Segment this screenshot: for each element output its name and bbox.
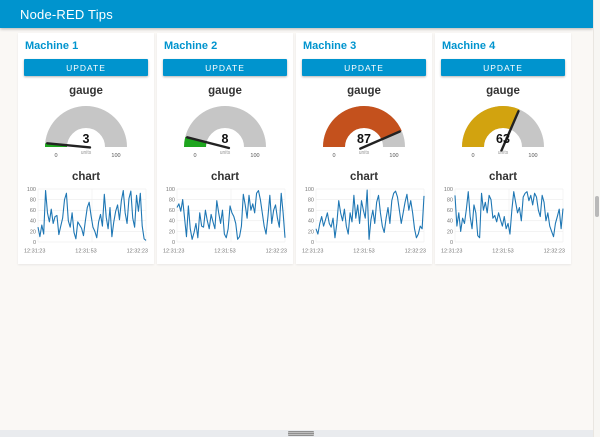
- y-tick-label: 20: [447, 229, 453, 235]
- chart-widget: chart 0 20 40 60 80 100 12:31:23 12:31:53 12:32:…: [24, 171, 148, 256]
- gauge-dial: 3 units 0 100: [24, 100, 148, 162]
- group-machine-2: Machine 2 UPDATE gauge 8 units 0 100 chart …: [157, 33, 293, 264]
- y-tick-label: 0: [172, 240, 175, 246]
- x-tick-label: 12:32:23: [405, 249, 426, 255]
- chart-title: chart: [163, 171, 287, 183]
- update-button[interactable]: UPDATE: [24, 59, 148, 76]
- gauge-title: gauge: [441, 85, 565, 97]
- group-title: Machine 1: [25, 40, 148, 52]
- y-tick-label: 60: [308, 208, 314, 214]
- y-tick-label: 60: [169, 208, 175, 214]
- x-tick-label: 12:31:23: [302, 249, 323, 255]
- chart-widget: chart 0 20 40 60 80 100 12:31:23 12:31:53 12:32:…: [163, 171, 287, 256]
- gauge-max-label: 100: [389, 153, 398, 159]
- x-tick-label: 12:31:53: [75, 249, 96, 255]
- y-tick-label: 20: [30, 229, 36, 235]
- gauge-value: 87: [357, 132, 371, 146]
- gauge-dial: 63 units 0 100: [441, 100, 565, 162]
- x-tick-label: 12:32:23: [266, 249, 287, 255]
- gauge-max-label: 100: [111, 153, 120, 159]
- x-tick-label: 12:31:53: [214, 249, 235, 255]
- gauge-units: units: [359, 150, 370, 156]
- chart-title: chart: [24, 171, 148, 183]
- update-button[interactable]: UPDATE: [302, 59, 426, 76]
- gauge-units: units: [81, 150, 92, 156]
- gauge-widget: gauge 63 units 0 100: [441, 85, 565, 162]
- y-tick-label: 80: [447, 198, 453, 204]
- gauge-title: gauge: [302, 85, 426, 97]
- page-title: Node-RED Tips: [20, 7, 113, 22]
- gauge-value: 63: [496, 132, 510, 146]
- gauge-units: units: [498, 150, 509, 156]
- gauge-min-label: 0: [471, 153, 474, 159]
- dashboard-groups: Machine 1 UPDATE gauge 3 units 0 100 chart …: [18, 33, 571, 264]
- group-machine-3: Machine 3 UPDATE gauge 87 units 0 100 chart…: [296, 33, 432, 264]
- y-tick-label: 100: [166, 187, 175, 193]
- x-tick-label: 12:31:23: [163, 249, 184, 255]
- group-title: Machine 4: [442, 40, 565, 52]
- y-tick-label: 100: [305, 187, 314, 193]
- gauge-min-label: 0: [193, 153, 196, 159]
- update-button[interactable]: UPDATE: [441, 59, 565, 76]
- y-tick-label: 80: [169, 198, 175, 204]
- gauge-max-label: 100: [250, 153, 259, 159]
- gauge-units: units: [220, 150, 231, 156]
- x-tick-label: 12:31:53: [492, 249, 513, 255]
- y-tick-label: 80: [30, 198, 36, 204]
- gauge-widget: gauge 87 units 0 100: [302, 85, 426, 162]
- group-machine-4: Machine 4 UPDATE gauge 63 units 0 100 chart…: [435, 33, 571, 264]
- y-tick-label: 40: [169, 219, 175, 225]
- y-tick-label: 40: [447, 219, 453, 225]
- line-chart: 0 20 40 60 80 100 12:31:23 12:31:53 12:32:23: [163, 186, 287, 256]
- gauge-dial: 8 units 0 100: [163, 100, 287, 162]
- y-tick-label: 80: [308, 198, 314, 204]
- gauge-min-label: 0: [54, 153, 57, 159]
- gauge-max-label: 100: [528, 153, 537, 159]
- gauge-widget: gauge 8 units 0 100: [163, 85, 287, 162]
- x-tick-label: 12:31:23: [441, 249, 462, 255]
- chart-widget: chart 0 20 40 60 80 100 12:31:23 12:31:53 12:32:…: [302, 171, 426, 256]
- gauge-value: 3: [83, 132, 90, 146]
- group-machine-1: Machine 1 UPDATE gauge 3 units 0 100 chart …: [18, 33, 154, 264]
- group-title: Machine 3: [303, 40, 426, 52]
- vertical-scrollbar[interactable]: [593, 0, 600, 437]
- y-tick-label: 0: [450, 240, 453, 246]
- y-tick-label: 100: [444, 187, 453, 193]
- y-tick-label: 0: [33, 240, 36, 246]
- gauge-title: gauge: [163, 85, 287, 97]
- app-header: Node-RED Tips: [0, 0, 593, 28]
- gauge-min-label: 0: [332, 153, 335, 159]
- y-tick-label: 40: [30, 219, 36, 225]
- x-tick-label: 12:31:53: [353, 249, 374, 255]
- group-title: Machine 2: [164, 40, 287, 52]
- chart-widget: chart 0 20 40 60 80 100 12:31:23 12:31:53 12:32:…: [441, 171, 565, 256]
- horizontal-scrollbar[interactable]: [0, 430, 593, 437]
- x-tick-label: 12:32:23: [127, 249, 148, 255]
- y-tick-label: 40: [308, 219, 314, 225]
- y-tick-label: 60: [30, 208, 36, 214]
- y-tick-label: 20: [308, 229, 314, 235]
- y-tick-label: 60: [447, 208, 453, 214]
- vertical-scrollbar-handle[interactable]: [595, 196, 599, 217]
- x-tick-label: 12:32:23: [544, 249, 565, 255]
- x-tick-label: 12:31:23: [24, 249, 45, 255]
- update-button[interactable]: UPDATE: [163, 59, 287, 76]
- gauge-widget: gauge 3 units 0 100: [24, 85, 148, 162]
- line-chart: 0 20 40 60 80 100 12:31:23 12:31:53 12:32:23: [24, 186, 148, 256]
- gauge-value: 8: [222, 132, 229, 146]
- y-tick-label: 0: [311, 240, 314, 246]
- horizontal-scrollbar-handle[interactable]: [288, 431, 314, 436]
- chart-title: chart: [302, 171, 426, 183]
- line-chart: 0 20 40 60 80 100 12:31:23 12:31:53 12:32:23: [302, 186, 426, 256]
- gauge-dial: 87 units 0 100: [302, 100, 426, 162]
- y-tick-label: 20: [169, 229, 175, 235]
- gauge-title: gauge: [24, 85, 148, 97]
- line-chart: 0 20 40 60 80 100 12:31:23 12:31:53 12:32:23: [441, 186, 565, 256]
- chart-title: chart: [441, 171, 565, 183]
- y-tick-label: 100: [27, 187, 36, 193]
